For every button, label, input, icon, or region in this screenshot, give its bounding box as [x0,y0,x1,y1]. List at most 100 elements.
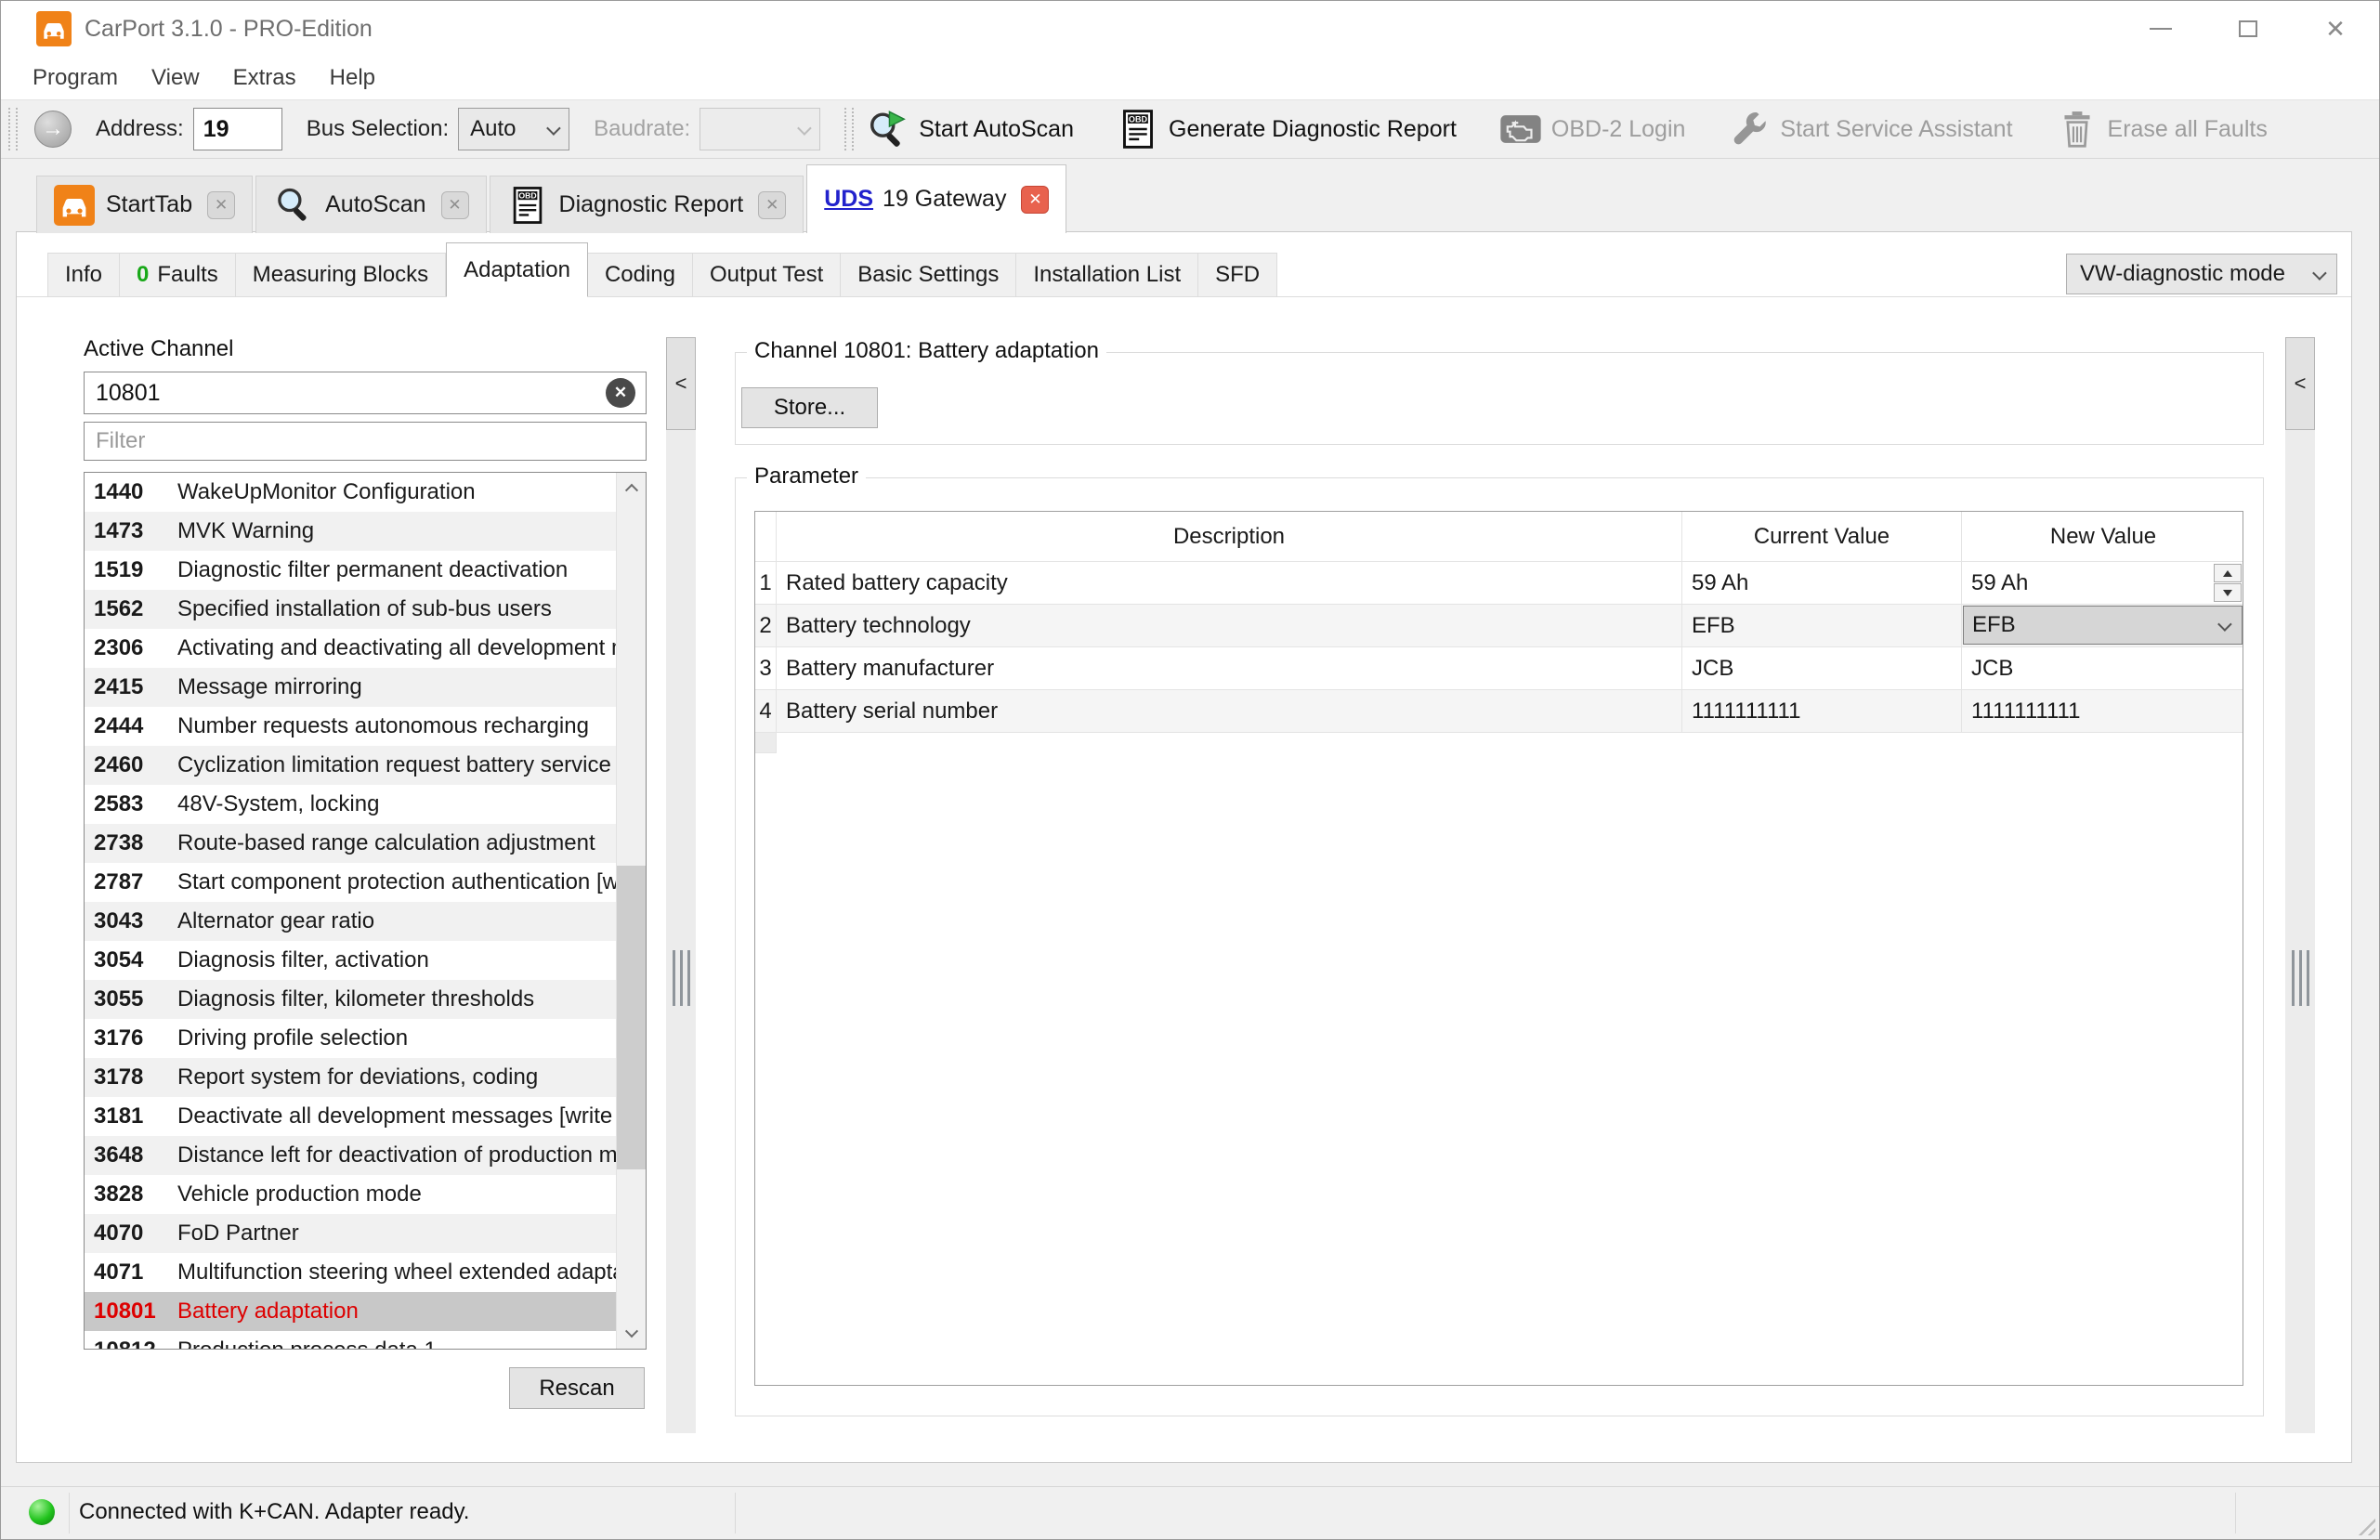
channel-name: FoD Partner [177,1220,299,1246]
channel-id: 1562 [94,596,144,621]
menu-item-help[interactable]: Help [313,65,392,91]
subtab-coding[interactable]: Coding [587,253,693,297]
minimize-icon [2150,28,2172,30]
tab-close-button[interactable]: ✕ [758,190,787,219]
tab-starttab[interactable]: StartTab ✕ [36,176,254,233]
channel-row-3181[interactable]: 3181 Deactivate all development messages … [85,1097,616,1136]
channel-row-1519[interactable]: 1519 Diagnostic filter permanent deactiva… [85,551,616,590]
channel-row-3648[interactable]: 3648 Distance left for deactivation of pr… [85,1136,616,1175]
fault-count-badge: 0 [137,262,150,287]
filter-input[interactable] [84,422,647,461]
close-button[interactable]: ✕ [2292,1,2379,57]
channel-row-2460[interactable]: 2460 Cyclization limitation request batte… [85,746,616,785]
right-splitter[interactable]: < [2285,337,2315,1433]
spinner-down-button[interactable] [2214,583,2242,602]
new-value-combobox[interactable]: EFB [1963,606,2243,645]
toolbar-grip[interactable] [844,108,855,150]
channel-list-scrollbar[interactable] [616,473,646,1349]
new-value-cell[interactable]: EFB [1962,605,2243,647]
channel-row-3043[interactable]: 3043 Alternator gear ratio [85,902,616,941]
channel-row-3055[interactable]: 3055 Diagnosis filter, kilometer threshol… [85,980,616,1019]
channel-row-2415[interactable]: 2415 Message mirroring [85,668,616,707]
channel-row-1473[interactable]: 1473 MVK Warning [85,512,616,551]
subtab-label: SFD [1215,262,1261,287]
parameter-row-4: 4 Battery serial number 1111111111 11111111… [755,690,2243,733]
subtab-basic-settings[interactable]: Basic Settings [841,253,1017,297]
menu-item-program[interactable]: Program [16,65,135,91]
subtab-faults[interactable]: 0 Faults [120,253,236,297]
toolbar-button-label: Start Service Assistant [1780,115,2013,142]
left-splitter[interactable]: < [666,337,696,1433]
active-channel-input[interactable] [84,372,647,414]
subtab-installation-list[interactable]: Installation List [1016,253,1199,297]
channel-row-2583[interactable]: 2583 48V-System, locking [85,785,616,824]
clear-channel-button[interactable]: ✕ [606,378,635,408]
menu-item-extras[interactable]: Extras [216,65,313,91]
subtab-adaptation[interactable]: Adaptation [446,242,588,297]
channel-id: 3178 [94,1064,144,1090]
current-value-cell: JCB [1682,647,1962,690]
channel-row-3178[interactable]: 3178 Report system for deviations, coding [85,1058,616,1097]
toolbar-grip[interactable] [8,108,18,150]
scrollbar-thumb[interactable] [617,866,646,1169]
channel-row-2738[interactable]: 2738 Route-based range calculation adjust… [85,824,616,863]
channel-row-10801[interactable]: 10801 Battery adaptation [85,1292,616,1331]
new-value-cell[interactable]: 1111111111 [1962,690,2243,733]
channel-row-1440[interactable]: 1440 WakeUpMonitor Configuration [85,473,616,512]
diagnostic-mode-select[interactable]: VW-diagnostic mode [2066,254,2337,294]
channel-row-3828[interactable]: 3828 Vehicle production mode [85,1175,616,1214]
channel-row-1562[interactable]: 1562 Specified installation of sub-bus us… [85,590,616,629]
subtab-measuring-blocks[interactable]: Measuring Blocks [235,253,447,297]
scroll-down-button[interactable] [617,1319,646,1349]
tab-autoscan[interactable]: AutoScan ✕ [255,176,487,233]
new-value-cell[interactable]: 59 Ah [1962,562,2243,605]
tab-diagnostic-report[interactable]: OBD Diagnostic Report ✕ [489,176,804,233]
channel-id: 3055 [94,986,144,1011]
toolbar-button-start-autoscan[interactable]: Start AutoScan [867,108,1074,150]
channel-row-3176[interactable]: 3176 Driving profile selection [85,1019,616,1058]
subtab-sfd[interactable]: SFD [1198,253,1278,297]
collapse-left-button[interactable]: < [666,337,696,430]
scroll-up-button[interactable] [617,473,646,502]
channel-id: 10812 [85,1338,177,1349]
minimize-button[interactable] [2117,1,2204,57]
tab-close-button[interactable]: ✕ [207,190,236,219]
title-bar: CarPort 3.1.0 - PRO-Edition ✕ [1,1,2379,57]
channel-row-4070[interactable]: 4070 FoD Partner [85,1214,616,1253]
status-divider [2235,1493,2236,1533]
rescan-button[interactable]: Rescan [509,1367,645,1409]
new-value-header: New Value [2049,523,2157,549]
channel-row-2444[interactable]: 2444 Number requests autonomous rechargin… [85,707,616,746]
value-spinner[interactable] [2214,564,2242,602]
address-input[interactable] [192,108,282,150]
subtab-label: Adaptation [464,256,570,282]
menu-item-view[interactable]: View [135,65,216,91]
tab-close-button[interactable]: ✕ [440,190,469,219]
spinner-up-button[interactable] [2214,564,2242,582]
splitter-grip[interactable] [673,950,690,1006]
channel-row-2787[interactable]: 2787 Start component protection authentic… [85,863,616,902]
channel-row-3054[interactable]: 3054 Diagnosis filter, activation [85,941,616,980]
splitter-grip[interactable] [2292,950,2309,1006]
collapse-right-button[interactable]: < [2285,337,2315,430]
toolbar-button-generate-diagnostic-report[interactable]: OBD Generate Diagnostic Report [1117,108,1457,150]
tab-close-button[interactable]: ✕ [1021,185,1050,214]
new-value-cell[interactable]: JCB [1962,647,2243,690]
channel-name: Deactivate all development messages [wri… [177,1103,616,1129]
channel-row-4071[interactable]: 4071 Multifunction steering wheel extende… [85,1253,616,1292]
channel-row-2306[interactable]: 2306 Activating and deactivating all deve… [85,629,616,668]
resize-grip[interactable] [2353,1513,2375,1535]
toolbar-buttons: Start AutoScan OBD Generate Diagnostic Rep… [867,108,2310,150]
subtab-output-test[interactable]: Output Test [693,253,842,297]
maximize-button[interactable] [2204,1,2292,57]
subtab-info[interactable]: Info [47,253,121,297]
store-button[interactable]: Store... [741,387,878,428]
channel-id: 1440 [94,479,144,504]
go-to-address-button[interactable]: → [34,111,72,148]
channel-row-10812[interactable]: 10812Production process data 1 [85,1331,616,1349]
channel-id: 2444 [94,713,144,738]
baudrate-select [700,108,821,150]
tab-uds-19-gateway[interactable]: UDS 19 Gateway ✕ [806,164,1067,233]
bus-selection-select[interactable]: Auto [458,108,570,150]
tab-label: 19 Gateway [883,186,1007,212]
